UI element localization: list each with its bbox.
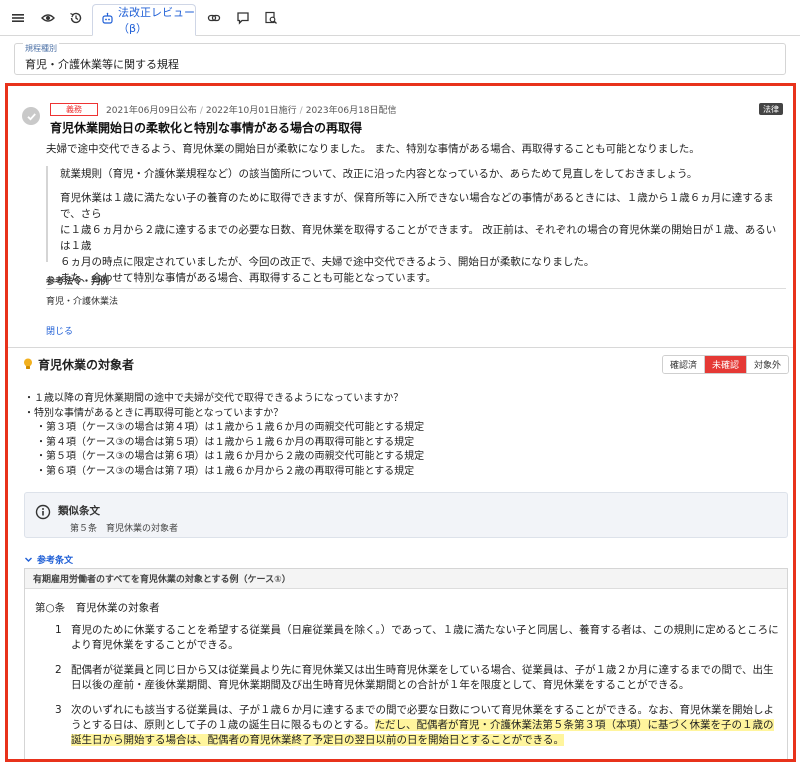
explanation-block: 就業規則（育児・介護休業規程など）の該当箇所について、改正に沿った内容となってい…	[46, 166, 786, 284]
question-item: ・特別な事情があるときに再取得可能となっていますか？	[24, 407, 284, 419]
close-link[interactable]: 閉じる	[46, 324, 73, 337]
clause-number: 1	[55, 624, 62, 636]
check-questions: ・１歳以降の育児休業期間の途中で夫婦が交代で取得できるようになっていますか？ ・…	[24, 392, 424, 480]
review-panel: 義務 2021年06月09日公布/2022年10月01日施行/2023年06月1…	[5, 83, 796, 762]
question-item: ・１歳以降の育児休業期間の途中で夫婦が交代で取得できるようになっていますか？	[24, 393, 404, 404]
clause-text: 配偶者が従業員と同じ日から又は従業員より先に育児休業又は出生時育児休業をしている…	[71, 664, 774, 691]
search-doc-icon[interactable]	[259, 0, 283, 36]
clause-text: 育児のために休業することを希望する従業員（日雇従業員を除く。）であって、１歳に満…	[71, 624, 779, 651]
question-sub-item: ・第５項（ケース③の場合は第６項）は１歳６か月から２歳の両親交代可能とする規定	[36, 451, 425, 463]
menu-icon[interactable]	[6, 0, 30, 36]
reference-article-heading: 有期雇用労働者のすべてを育児休業の対象とする例（ケース①）	[25, 569, 787, 589]
tab-law-revision-review[interactable]: 法改正レビュー（β）	[92, 4, 196, 36]
regulation-type-label: 規程種別	[23, 43, 59, 54]
tab-label: 法改正レビュー（β）	[118, 6, 195, 35]
date-line: 2021年06月09日公布/2022年10月01日施行/2023年06月18日配…	[106, 106, 397, 116]
promulgation-date: 2021年06月09日公布	[106, 106, 197, 116]
clause-number: 3	[55, 704, 62, 716]
status-unconfirmed-button[interactable]: 未確認	[703, 356, 746, 373]
divider	[46, 288, 786, 289]
similar-article-link[interactable]: 第５条 育児休業の対象者	[70, 521, 178, 534]
status-confirmed-button[interactable]: 確認済	[662, 356, 704, 373]
reference-articles-label: 参考条文	[37, 556, 74, 566]
enforcement-date: 2022年10月01日施行	[205, 106, 297, 116]
clause-number: 2	[55, 664, 62, 676]
regulation-type-field[interactable]: 規程種別 育児・介護休業等に関する規程	[14, 43, 786, 75]
lightbulb-icon	[24, 358, 32, 369]
reference-law-item: 育児・介護休業法	[46, 297, 119, 307]
article-clause: 2 配偶者が従業員と同じ日から又は従業員より先に育児休業又は出生時育児休業をして…	[55, 663, 783, 693]
question-sub-item: ・第６項（ケース③の場合は第７項）は１歳６か月から２歳の再取得可能とする規定	[36, 465, 415, 477]
reference-heading: 参考法令・判例	[46, 277, 110, 287]
revision-item-card: 義務 2021年06月09日公布/2022年10月01日施行/2023年06月1…	[8, 86, 793, 348]
robot-icon	[101, 12, 118, 28]
status-excluded-button[interactable]: 対象外	[745, 356, 788, 373]
reference-article-box: 有期雇用労働者のすべてを育児休業の対象とする例（ケース①） 第○条 育児休業の対…	[24, 568, 788, 759]
chevron-down-icon	[25, 557, 32, 562]
similar-articles-title: 類似条文	[58, 505, 100, 517]
explanation-intro: 就業規則（育児・介護休業規程など）の該当箇所について、改正に沿った内容となってい…	[60, 168, 698, 180]
item-title: 育児休業開始日の柔軟化と特別な事情がある場合の再取得	[50, 121, 363, 135]
toolbar: 法改正レビュー（β）	[0, 0, 800, 36]
check-circle-icon[interactable]	[22, 107, 40, 125]
law-tag: 法律	[759, 103, 783, 115]
info-icon	[35, 504, 51, 520]
question-sub-item: ・第３項（ケース③の場合は第４項）は１歳から１歳６か月の両親交代可能とする規定	[36, 422, 425, 434]
article-clause: 1 育児のために休業することを希望する従業員（日雇従業員を除く。）であって、１歳…	[55, 623, 783, 653]
eye-icon[interactable]	[36, 0, 60, 36]
link-icon[interactable]	[202, 0, 226, 36]
explanation-line: 育児休業は１歳に満たない子の養育のために取得できますが、保育所等に入所できない場…	[60, 192, 774, 220]
explanation-line: また、合わせて特別な事情がある場合、再取得することも可能となっています。	[60, 272, 437, 284]
article-title: 第○条 育児休業の対象者	[35, 602, 160, 614]
comment-icon[interactable]	[231, 0, 255, 36]
obligation-badge: 義務	[50, 103, 98, 116]
history-icon[interactable]	[64, 0, 88, 36]
item-summary: 夫婦で途中交代できるよう、育児休業の開始日が柔軟になりました。 また、特別な事情…	[46, 143, 700, 155]
check-item-header: 育児休業の対象者 確認済 未確認 対象外	[8, 349, 793, 377]
delivery-date: 2023年06月18日配信	[305, 106, 397, 116]
similar-articles-box: 類似条文 第５条 育児休業の対象者	[24, 492, 788, 538]
reference-articles-toggle[interactable]: 参考条文	[24, 553, 73, 566]
explanation-line: に１歳６ヵ月から２歳に達するまでの必要な日数、育児休業を取得することができます。…	[60, 224, 777, 252]
regulation-type-value: 育児・介護休業等に関する規程	[25, 58, 179, 71]
article-clause: 3 次のいずれにも該当する従業員は、子が１歳６か月に達するまでの間で必要な日数に…	[55, 703, 783, 748]
status-segmented-control: 確認済 未確認 対象外	[661, 355, 789, 374]
explanation-line: ６ヵ月の時点に限定されていましたが、今回の改正で、夫婦で途中交代できるよう、開始…	[60, 256, 595, 268]
check-item-title: 育児休業の対象者	[38, 358, 135, 372]
clause-text-wrapper: 次のいずれにも該当する従業員は、子が１歳６か月に達するまでの間で必要な日数につい…	[71, 703, 783, 748]
question-sub-item: ・第４項（ケース③の場合は第５項）は１歳から１歳６か月の再取得可能とする規定	[36, 436, 415, 448]
